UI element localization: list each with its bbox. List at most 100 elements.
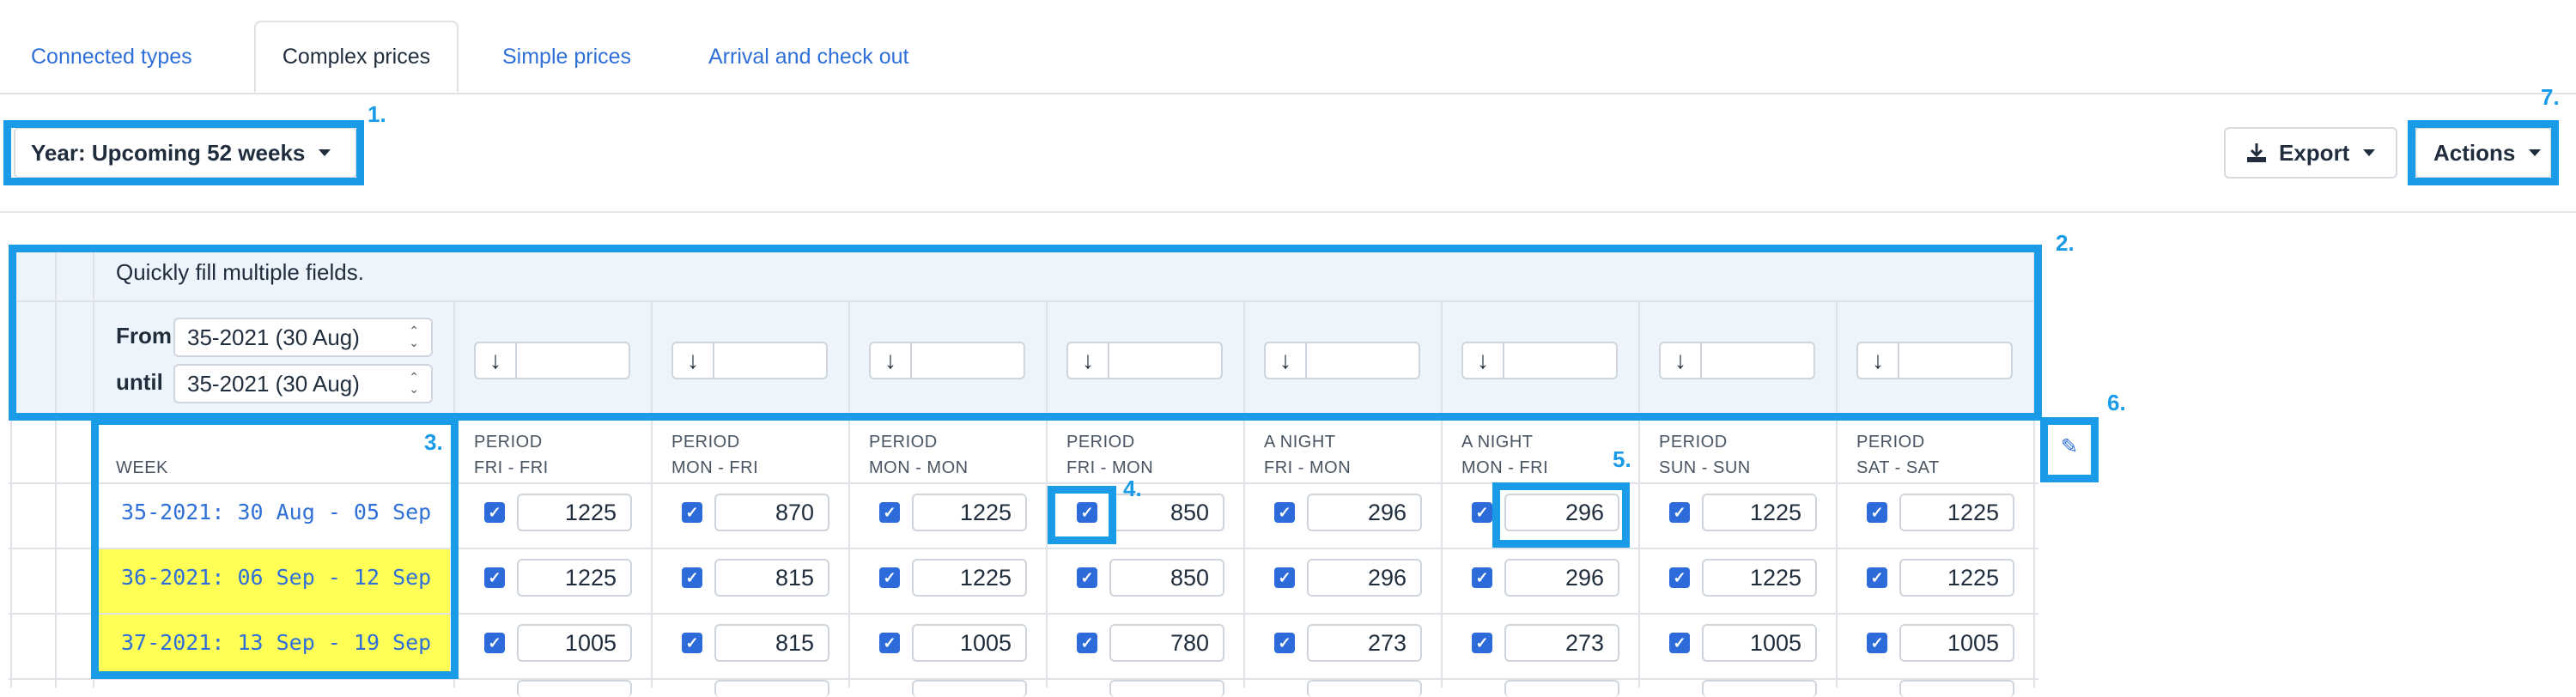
- column-header-7: PERIOD SAT - SAT: [1856, 429, 1940, 481]
- price-input[interactable]: 296: [1307, 494, 1422, 531]
- checkbox[interactable]: ✓: [1274, 633, 1295, 653]
- export-button[interactable]: Export: [2224, 127, 2397, 179]
- checkbox[interactable]: ✓: [484, 633, 505, 653]
- price-input[interactable]: 850: [1109, 559, 1224, 597]
- grid-line: [1638, 300, 1640, 688]
- checkbox[interactable]: ✓: [484, 502, 505, 523]
- grid-line: [9, 300, 2038, 302]
- price-input[interactable]: [1702, 680, 1817, 697]
- arrow-down-icon[interactable]: ↓: [1463, 343, 1504, 378]
- price-input[interactable]: 870: [714, 494, 829, 531]
- arrow-down-icon[interactable]: ↓: [1266, 343, 1307, 378]
- annotation-number-1: 1.: [368, 101, 386, 127]
- price-input[interactable]: 1225: [517, 559, 632, 597]
- price-input[interactable]: [912, 680, 1027, 697]
- checkbox[interactable]: ✓: [682, 502, 702, 523]
- checkbox[interactable]: ✓: [1472, 502, 1492, 523]
- week-link[interactable]: 37-2021: 13 Sep - 19 Sep: [121, 630, 431, 655]
- checkbox[interactable]: ✓: [1077, 567, 1097, 588]
- price-input[interactable]: 296: [1307, 559, 1422, 597]
- checkbox[interactable]: ✓: [484, 567, 505, 588]
- price-input[interactable]: 1225: [1899, 494, 2014, 531]
- column-header-1: PERIOD FRI - FRI: [474, 429, 549, 481]
- column-header-line1: A NIGHT: [1461, 433, 1534, 452]
- price-input[interactable]: [1504, 680, 1619, 697]
- edit-button[interactable]: ✎: [2047, 422, 2092, 472]
- checkbox[interactable]: ✓: [1274, 567, 1295, 588]
- checkbox[interactable]: ✓: [1669, 502, 1690, 523]
- arrow-down-icon[interactable]: ↓: [673, 343, 714, 378]
- grid-line: [9, 417, 2038, 419]
- column-header-3: PERIOD MON - MON: [869, 429, 969, 481]
- chevron-down-icon: [2529, 149, 2542, 156]
- until-week-select[interactable]: 35-2021 (30 Aug) ⌃ ⌄: [173, 364, 433, 403]
- grid-line: [1836, 300, 1838, 688]
- column-header-line1: PERIOD: [474, 433, 543, 452]
- fill-down-group-6: ↓: [1461, 342, 1618, 379]
- price-input[interactable]: [517, 680, 632, 697]
- price-input[interactable]: [1307, 680, 1422, 697]
- week-link[interactable]: 35-2021: 30 Aug - 05 Sep: [121, 500, 431, 524]
- checkbox[interactable]: ✓: [1077, 633, 1097, 653]
- price-input[interactable]: 273: [1307, 624, 1422, 662]
- column-header-4: PERIOD FRI - MON: [1066, 429, 1153, 481]
- price-input[interactable]: 1225: [1899, 559, 2014, 597]
- price-input[interactable]: 296: [1504, 494, 1619, 531]
- checkbox[interactable]: ✓: [1274, 502, 1295, 523]
- price-input[interactable]: 1225: [912, 494, 1027, 531]
- checkbox[interactable]: ✓: [1472, 567, 1492, 588]
- arrow-down-icon[interactable]: ↓: [476, 343, 517, 378]
- arrow-down-icon[interactable]: ↓: [871, 343, 912, 378]
- arrow-down-icon[interactable]: ↓: [1858, 343, 1899, 378]
- year-dropdown[interactable]: Year: Upcoming 52 weeks: [14, 127, 357, 179]
- price-input[interactable]: 1005: [517, 624, 632, 662]
- price-input[interactable]: 296: [1504, 559, 1619, 597]
- checkbox[interactable]: ✓: [1669, 567, 1690, 588]
- price-input[interactable]: [1109, 680, 1224, 697]
- checkbox[interactable]: ✓: [1669, 633, 1690, 653]
- tab-arrival-and-check-out[interactable]: Arrival and check out: [708, 21, 908, 93]
- checkbox[interactable]: ✓: [1077, 502, 1097, 523]
- column-header-line2: MON - MON: [869, 458, 969, 477]
- price-input[interactable]: 1225: [517, 494, 632, 531]
- checkbox[interactable]: ✓: [1472, 633, 1492, 653]
- arrow-down-icon[interactable]: ↓: [1068, 343, 1109, 378]
- checkbox[interactable]: ✓: [879, 502, 900, 523]
- price-input[interactable]: 1225: [912, 559, 1027, 597]
- fill-down-group-4: ↓: [1066, 342, 1223, 379]
- price-input[interactable]: [714, 680, 829, 697]
- price-input[interactable]: 815: [714, 624, 829, 662]
- from-week-select[interactable]: 35-2021 (30 Aug) ⌃ ⌄: [173, 318, 433, 357]
- checkbox[interactable]: ✓: [1867, 502, 1887, 523]
- price-input[interactable]: 273: [1504, 624, 1619, 662]
- column-header-2: PERIOD MON - FRI: [671, 429, 758, 481]
- actions-button[interactable]: Actions: [2415, 127, 2552, 179]
- column-header-6: A NIGHT MON - FRI: [1461, 429, 1548, 481]
- fill-down-group-1: ↓: [474, 342, 630, 379]
- column-header-line1: PERIOD: [1659, 433, 1728, 452]
- checkbox[interactable]: ✓: [879, 633, 900, 653]
- column-header-line2: FRI - MON: [1066, 458, 1154, 477]
- tab-complex-prices[interactable]: Complex prices: [254, 21, 459, 93]
- price-input[interactable]: 1005: [1702, 624, 1817, 662]
- arrow-down-icon[interactable]: ↓: [1661, 343, 1702, 378]
- checkbox[interactable]: ✓: [682, 567, 702, 588]
- week-link[interactable]: 36-2021: 06 Sep - 12 Sep: [121, 565, 431, 590]
- price-input[interactable]: 1005: [912, 624, 1027, 662]
- column-header-line1: A NIGHT: [1264, 433, 1336, 452]
- checkbox[interactable]: ✓: [682, 633, 702, 653]
- checkbox[interactable]: ✓: [1867, 633, 1887, 653]
- tab-simple-prices[interactable]: Simple prices: [502, 21, 631, 93]
- tab-connected-types[interactable]: Connected types: [31, 21, 192, 93]
- price-input[interactable]: 1225: [1702, 494, 1817, 531]
- checkbox[interactable]: ✓: [879, 567, 900, 588]
- column-header-line2: SAT - SAT: [1856, 458, 1940, 477]
- price-input[interactable]: 780: [1109, 624, 1224, 662]
- checkbox[interactable]: ✓: [1867, 567, 1887, 588]
- price-input[interactable]: [1899, 680, 2014, 697]
- price-input[interactable]: 1225: [1702, 559, 1817, 597]
- price-input[interactable]: 815: [714, 559, 829, 597]
- price-input[interactable]: 1005: [1899, 624, 2014, 662]
- column-header-line1: PERIOD: [869, 433, 938, 452]
- grid-line: [93, 247, 94, 688]
